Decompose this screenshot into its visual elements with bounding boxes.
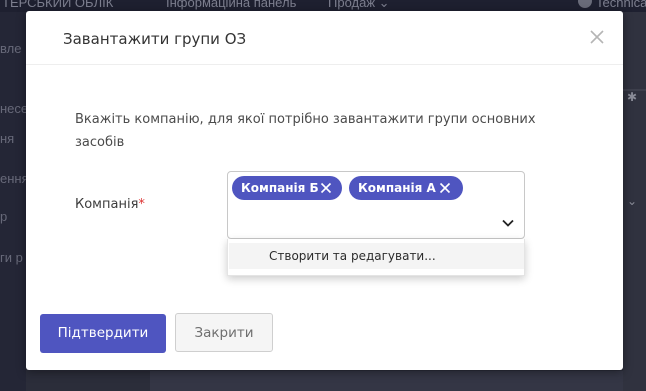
load-asset-groups-dialog: Завантажити групи ОЗ Вкажіть компанію, д… — [26, 11, 623, 370]
company-tag: Компанія Б — [232, 176, 342, 200]
header-separator — [26, 64, 623, 65]
remove-tag-icon[interactable] — [439, 182, 451, 194]
background-nav-dashboard: Інформаційна панель — [166, 0, 297, 10]
background-sidebar-item: ення — [0, 171, 26, 186]
background-sidebar-item: ги р — [0, 250, 23, 265]
company-tag-label: Компанія Б — [241, 181, 319, 195]
chevron-down-icon[interactable] — [501, 216, 515, 230]
company-field-label: Компанія* — [75, 197, 145, 212]
company-tag-label: Компанія А — [358, 181, 436, 195]
dialog-title: Завантажити групи ОЗ — [63, 30, 247, 48]
background-app-name: ТЕРСЬКИЙ ОБЛІК — [2, 0, 114, 10]
background-sidebar-item: ня — [0, 131, 15, 146]
company-tag: Компанія А — [349, 176, 463, 200]
background-sidebar-item: р — [0, 209, 8, 224]
close-icon[interactable] — [587, 27, 607, 47]
required-mark: * — [138, 197, 145, 212]
background-sidebar-item: несе — [0, 101, 26, 116]
background-bottom-strip — [150, 371, 623, 391]
background-user-avatar — [578, 0, 592, 8]
company-label-text: Компанія — [75, 197, 139, 212]
confirm-button[interactable]: Підтвердити — [40, 314, 166, 353]
create-and-edit-option[interactable]: Створити та редагувати... — [229, 243, 524, 269]
dialog-description: Вкажіть компанію, для якої потрібно зава… — [75, 112, 536, 150]
background-sidebar-item: вле — [0, 41, 22, 56]
background-nav-sales: Продаж ⌄ — [328, 0, 390, 10]
remove-tag-icon[interactable] — [320, 182, 332, 194]
close-button[interactable]: Закрити — [175, 313, 273, 352]
company-dropdown: Створити та редагувати... — [227, 239, 525, 276]
chevron-down-icon: ⌄ — [627, 194, 638, 208]
background-user-name: Technical A — [596, 0, 646, 10]
bug-icon: ✱ — [627, 90, 638, 104]
background-right-panel: ✱ ⌄ — [623, 12, 646, 391]
company-multiselect[interactable]: Компанія Б Компанія А — [227, 171, 525, 239]
background-sidebar: вле несе ня ення р ги р — [0, 12, 26, 391]
close-icon-graphic — [590, 30, 604, 44]
